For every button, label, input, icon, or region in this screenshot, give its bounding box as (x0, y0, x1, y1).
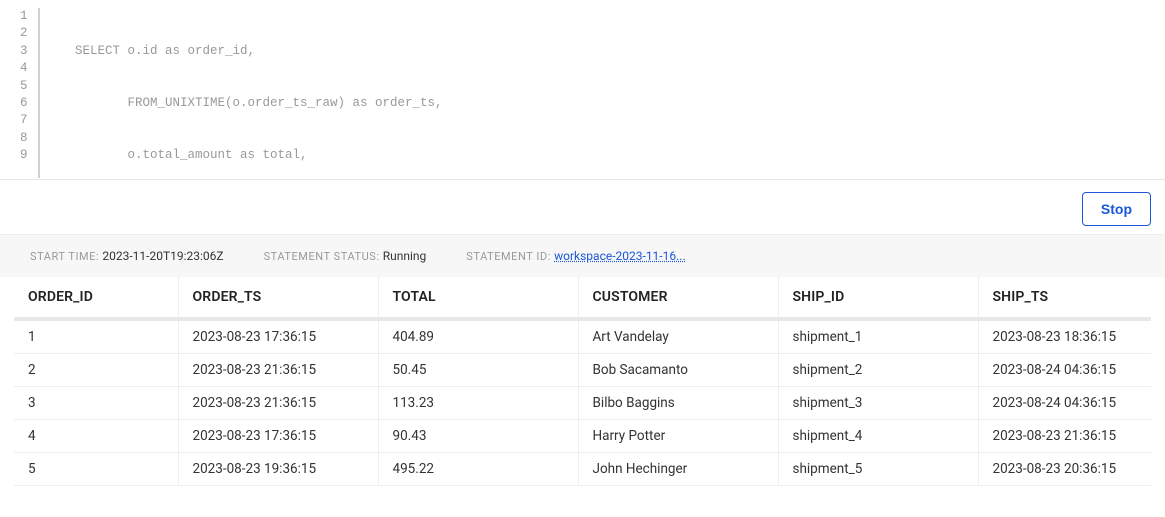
column-header-ship-id[interactable]: SHIP_ID (778, 277, 978, 319)
cell-total: 113.23 (378, 387, 578, 420)
cell-ship-id: shipment_4 (778, 420, 978, 453)
line-number: 9 (20, 147, 26, 164)
statement-status-value: Running (383, 249, 427, 263)
cell-customer: John Hechinger (578, 453, 778, 486)
cell-order-id: 4 (14, 420, 178, 453)
statement-id-link[interactable]: workspace-2023-11-16... (554, 249, 686, 263)
column-header-ship-ts[interactable]: SHIP_TS (978, 277, 1151, 319)
column-header-order-ts[interactable]: ORDER_TS (178, 277, 378, 319)
cell-order-id: 3 (14, 387, 178, 420)
line-number: 4 (20, 60, 26, 77)
line-number: 5 (20, 78, 26, 95)
table-row[interactable]: 2 2023-08-23 21:36:15 50.45 Bob Sacamant… (14, 354, 1151, 387)
statement-status-label: STATEMENT STATUS: (264, 250, 380, 263)
cell-total: 495.22 (378, 453, 578, 486)
cell-ship-id: shipment_3 (778, 387, 978, 420)
column-header-order-id[interactable]: ORDER_ID (14, 277, 178, 319)
column-header-customer[interactable]: CUSTOMER (578, 277, 778, 319)
table-header-row: ORDER_ID ORDER_TS TOTAL CUSTOMER SHIP_ID… (14, 277, 1151, 319)
cell-order-ts: 2023-08-23 19:36:15 (178, 453, 378, 486)
line-number: 1 (20, 8, 26, 25)
table-row[interactable]: 3 2023-08-23 21:36:15 113.23 Bilbo Baggi… (14, 387, 1151, 420)
cell-order-ts: 2023-08-23 17:36:15 (178, 420, 378, 453)
code-content[interactable]: SELECT o.id as order_id, FROM_UNIXTIME(o… (75, 8, 1165, 180)
stop-button[interactable]: Stop (1082, 192, 1151, 226)
code-line: o.total_amount as total, (75, 147, 1165, 164)
cell-total: 90.43 (378, 420, 578, 453)
table-row[interactable]: 5 2023-08-23 19:36:15 495.22 John Hechin… (14, 453, 1151, 486)
cell-ship-ts: 2023-08-24 04:36:15 (978, 354, 1151, 387)
start-time-value: 2023-11-20T19:23:06Z (102, 249, 223, 263)
sql-editor[interactable]: 1 2 3 4 5 6 7 8 9 SELECT o.id as order_i… (0, 0, 1165, 180)
line-number-gutter: 1 2 3 4 5 6 7 8 9 (20, 8, 40, 178)
statement-id-label: STATEMENT ID: (466, 250, 551, 263)
start-time-label: START TIME: (30, 250, 99, 263)
cell-customer: Bilbo Baggins (578, 387, 778, 420)
cell-ship-ts: 2023-08-23 20:36:15 (978, 453, 1151, 486)
control-bar: Stop (0, 180, 1165, 234)
results-table: ORDER_ID ORDER_TS TOTAL CUSTOMER SHIP_ID… (14, 277, 1151, 486)
cell-ship-id: shipment_1 (778, 319, 978, 354)
table-row[interactable]: 4 2023-08-23 17:36:15 90.43 Harry Potter… (14, 420, 1151, 453)
code-line: FROM_UNIXTIME(o.order_ts_raw) as order_t… (75, 95, 1165, 112)
code-line: SELECT o.id as order_id, (75, 43, 1165, 60)
cell-order-ts: 2023-08-23 21:36:15 (178, 354, 378, 387)
cell-customer: Bob Sacamanto (578, 354, 778, 387)
cell-customer: Art Vandelay (578, 319, 778, 354)
line-number: 6 (20, 95, 26, 112)
cell-ship-ts: 2023-08-23 21:36:15 (978, 420, 1151, 453)
cell-order-ts: 2023-08-23 17:36:15 (178, 319, 378, 354)
line-number: 8 (20, 130, 26, 147)
start-time-group: START TIME: 2023-11-20T19:23:06Z (30, 249, 224, 263)
line-number: 2 (20, 25, 26, 42)
results-container: ORDER_ID ORDER_TS TOTAL CUSTOMER SHIP_ID… (0, 277, 1165, 486)
cell-ship-ts: 2023-08-24 04:36:15 (978, 387, 1151, 420)
cell-order-id: 1 (14, 319, 178, 354)
statement-status-group: STATEMENT STATUS: Running (264, 249, 427, 263)
cell-customer: Harry Potter (578, 420, 778, 453)
statement-id-group: STATEMENT ID: workspace-2023-11-16... (466, 249, 685, 263)
cell-ship-id: shipment_2 (778, 354, 978, 387)
cell-total: 50.45 (378, 354, 578, 387)
cell-total: 404.89 (378, 319, 578, 354)
cell-order-id: 5 (14, 453, 178, 486)
cell-ship-id: shipment_5 (778, 453, 978, 486)
cell-order-ts: 2023-08-23 21:36:15 (178, 387, 378, 420)
cell-order-id: 2 (14, 354, 178, 387)
column-header-total[interactable]: TOTAL (378, 277, 578, 319)
table-row[interactable]: 1 2023-08-23 17:36:15 404.89 Art Vandela… (14, 319, 1151, 354)
line-number: 3 (20, 43, 26, 60)
cell-ship-ts: 2023-08-23 18:36:15 (978, 319, 1151, 354)
status-bar: START TIME: 2023-11-20T19:23:06Z STATEME… (0, 234, 1165, 277)
line-number: 7 (20, 112, 26, 129)
